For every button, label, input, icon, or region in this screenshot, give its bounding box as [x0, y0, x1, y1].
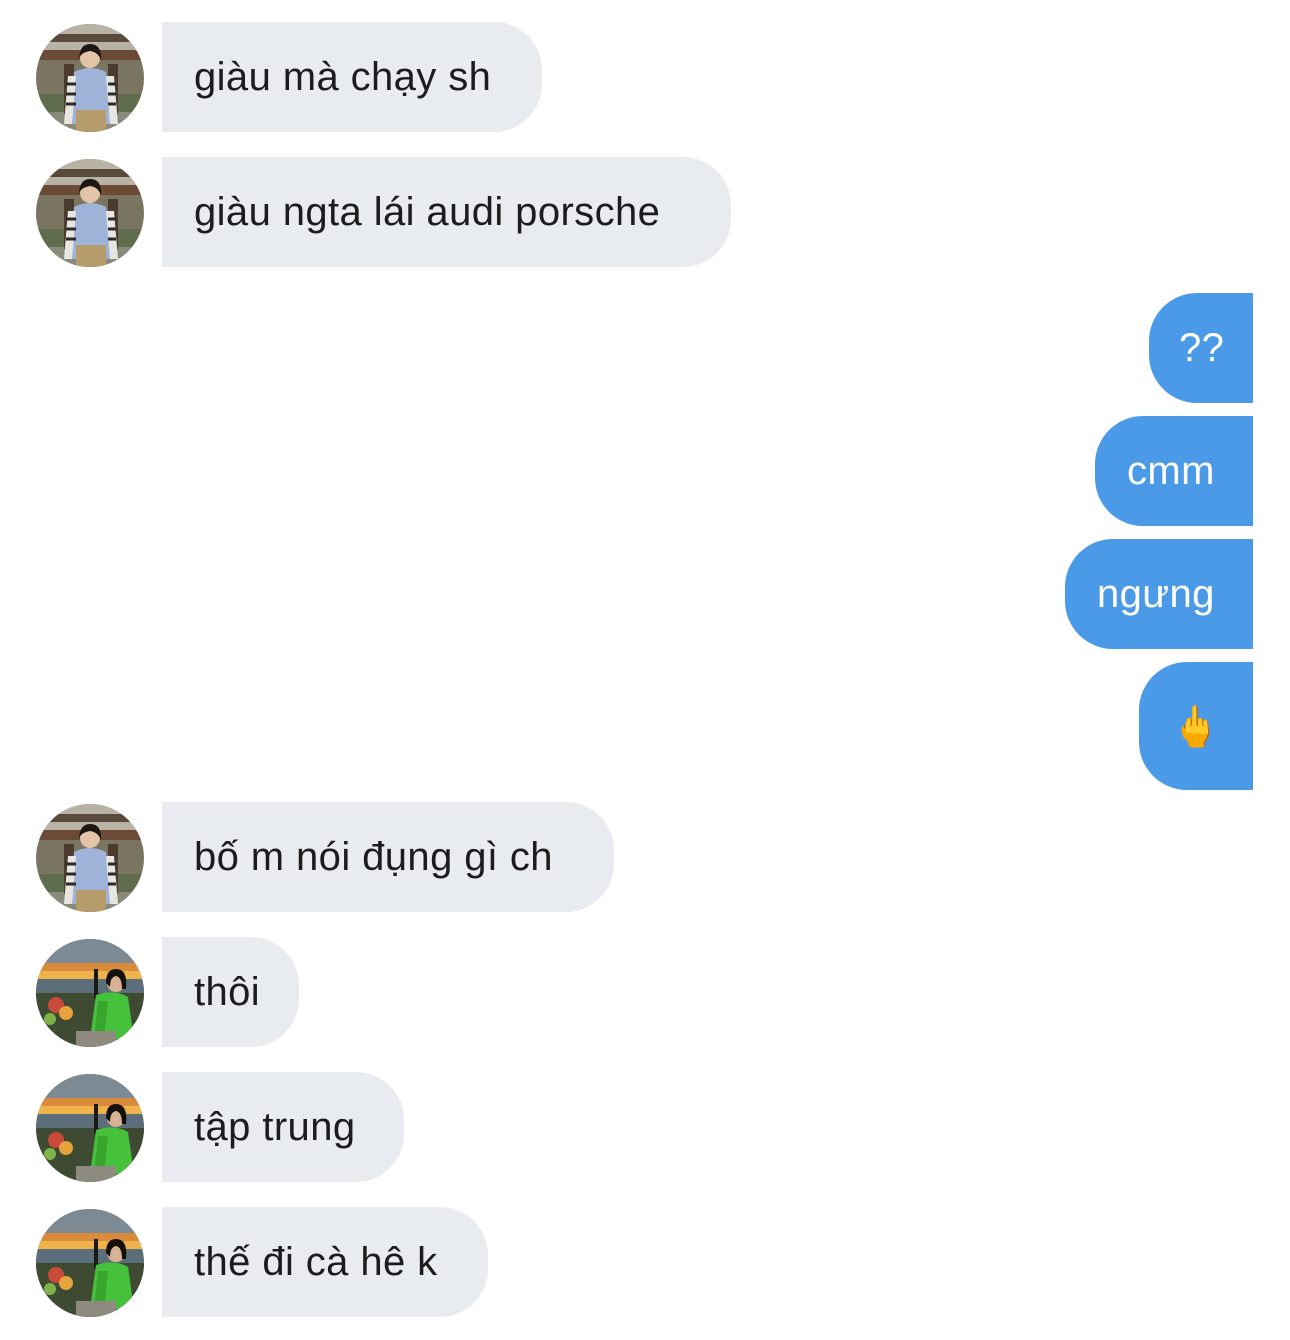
message-row-incoming: giàu ngta lái audi porsche [0, 157, 1290, 267]
girl-green-sunset-avatar-icon [36, 939, 144, 1047]
girl-striped-avatar-icon [36, 804, 144, 912]
message-text: thôi [194, 969, 261, 1014]
message-row-incoming: thế đi cà hê k [0, 1207, 1290, 1317]
outgoing-message-bubble[interactable]: ?? [1149, 293, 1253, 403]
message-row-outgoing: ngưng [0, 539, 1290, 649]
incoming-message-bubble[interactable]: tập trung [162, 1072, 404, 1182]
message-row-incoming: tập trung [0, 1072, 1290, 1182]
message-text: ngưng [1097, 571, 1215, 616]
incoming-message-bubble[interactable]: bố m nói đụng gì ch [162, 802, 614, 912]
message-row-incoming: thôi [0, 937, 1290, 1047]
message-text: ?? [1179, 325, 1225, 370]
message-text: cmm [1127, 448, 1215, 493]
middle-finger-emoji-icon: 🖕 [1170, 704, 1222, 749]
girl-striped-avatar-icon [36, 159, 144, 267]
message-row-outgoing: ?? [0, 293, 1290, 403]
outgoing-emoji-bubble[interactable]: 🖕 [1139, 662, 1253, 790]
contact-avatar[interactable] [36, 1209, 144, 1317]
incoming-message-bubble[interactable]: giàu mà chạy sh [162, 22, 542, 132]
contact-avatar[interactable] [36, 24, 144, 132]
message-text: giàu mà chạy sh [194, 54, 492, 99]
message-text: bố m nói đụng gì ch [194, 834, 553, 879]
incoming-message-bubble[interactable]: thôi [162, 937, 299, 1047]
message-row-outgoing: cmm [0, 416, 1290, 526]
outgoing-message-bubble[interactable]: cmm [1095, 416, 1253, 526]
girl-green-sunset-avatar-icon [36, 1209, 144, 1317]
contact-avatar[interactable] [36, 159, 144, 267]
outgoing-message-bubble[interactable]: ngưng [1065, 539, 1253, 649]
girl-green-sunset-avatar-icon [36, 1074, 144, 1182]
chat-thread[interactable]: giàu mà chạy sh giàu ngta lái audi porsc… [0, 0, 1290, 1340]
contact-avatar[interactable] [36, 939, 144, 1047]
incoming-message-bubble[interactable]: thế đi cà hê k [162, 1207, 488, 1317]
girl-striped-avatar-icon [36, 24, 144, 132]
contact-avatar[interactable] [36, 1074, 144, 1182]
message-text: giàu ngta lái audi porsche [194, 189, 661, 234]
incoming-message-bubble[interactable]: giàu ngta lái audi porsche [162, 157, 731, 267]
message-text: tập trung [194, 1104, 356, 1149]
message-row-incoming: giàu mà chạy sh [0, 22, 1290, 132]
message-row-incoming: bố m nói đụng gì ch [0, 802, 1290, 912]
message-row-outgoing: 🖕 [0, 662, 1290, 790]
contact-avatar[interactable] [36, 804, 144, 912]
message-text: thế đi cà hê k [194, 1239, 438, 1284]
